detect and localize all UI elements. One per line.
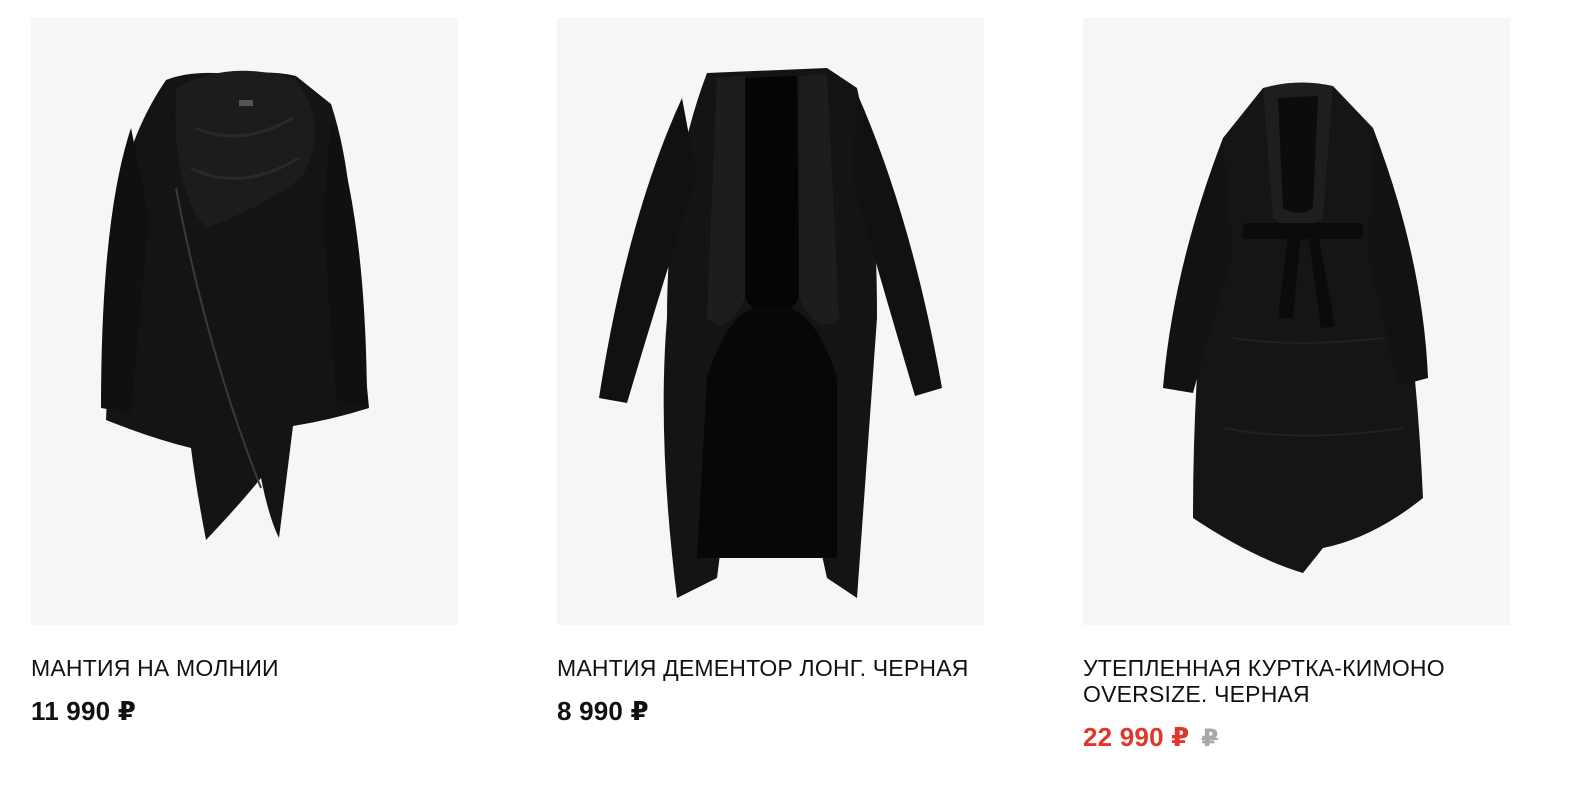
product-title[interactable]: УТЕПЛЕННАЯ КУРТКА-КИМОНО OVERSIZE. ЧЕРНА…: [1083, 655, 1510, 707]
product-price: 8 990 ₽: [557, 696, 649, 726]
product-title[interactable]: МАНТИЯ НА МОЛНИИ: [31, 655, 458, 681]
product-title[interactable]: МАНТИЯ ДЕМЕНТОР ЛОНГ. ЧЕРНАЯ: [557, 655, 984, 681]
black-zip-mantle-icon: [101, 70, 369, 541]
product-image[interactable]: [1083, 18, 1510, 625]
price-row: 11 990 ₽: [31, 696, 458, 727]
price-row: 8 990 ₽: [557, 696, 984, 727]
price-row: 22 990 ₽ ₽: [1083, 722, 1510, 753]
sale-price: 22 990 ₽: [1083, 722, 1190, 752]
black-kimono-jacket-icon: [1163, 82, 1428, 573]
product-card-3[interactable]: УТЕПЛЕННАЯ КУРТКА-КИМОНО OVERSIZE. ЧЕРНА…: [1083, 18, 1510, 753]
black-long-mantle-icon: [599, 68, 942, 598]
product-card-1[interactable]: МАНТИЯ НА МОЛНИИ 11 990 ₽: [31, 18, 458, 727]
product-image[interactable]: [31, 18, 458, 625]
product-image[interactable]: [557, 18, 984, 625]
product-card-2[interactable]: МАНТИЯ ДЕМЕНТОР ЛОНГ. ЧЕРНАЯ 8 990 ₽: [557, 18, 984, 727]
product-price: 11 990 ₽: [31, 696, 137, 726]
old-price: ₽: [1201, 725, 1219, 752]
